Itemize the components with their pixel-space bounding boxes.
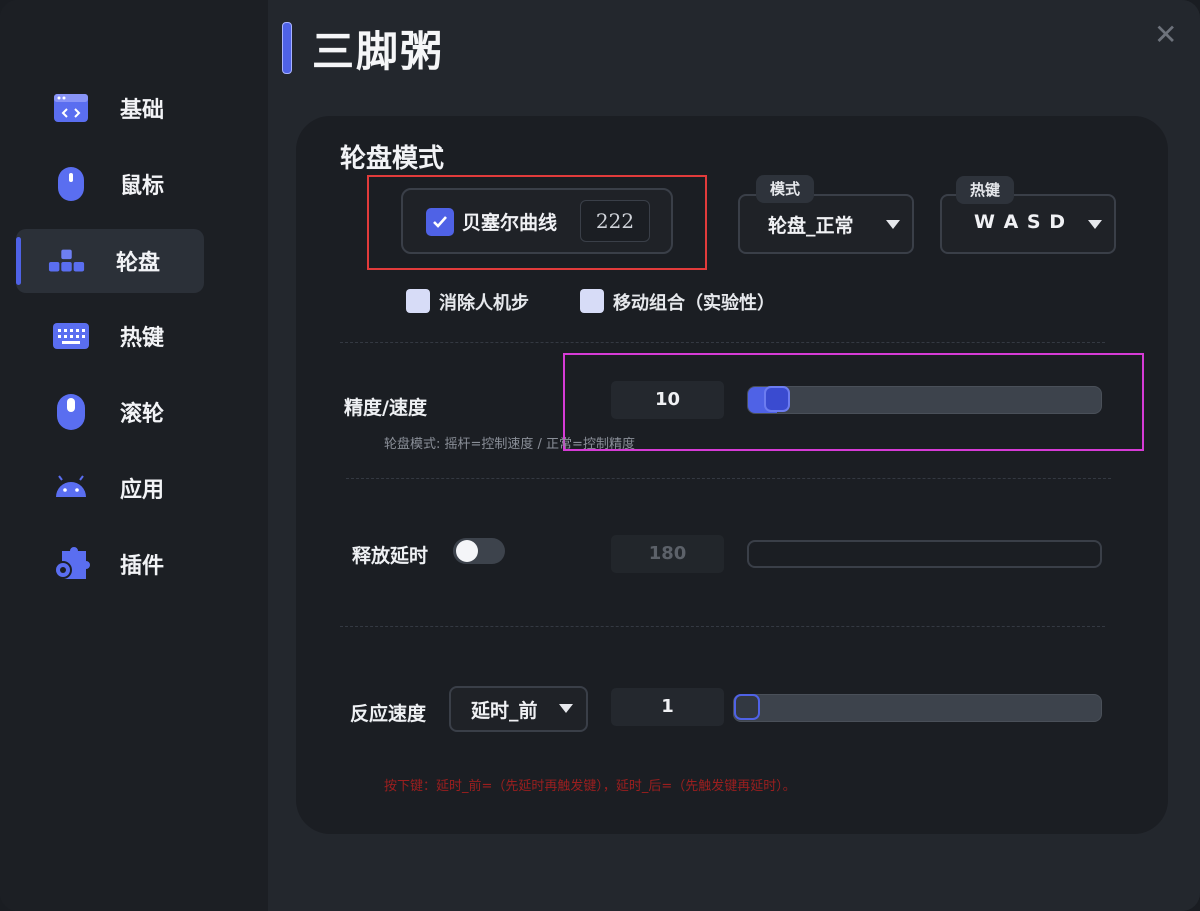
move-combo-checkbox[interactable] — [580, 289, 604, 313]
page-title: 三脚粥 — [312, 27, 445, 76]
bezier-label: 贝塞尔曲线 — [462, 212, 558, 234]
sidebar-item-label: 应用 — [120, 478, 165, 503]
plugin-gear-icon — [52, 545, 90, 583]
remove-human-step-label: 消除人机步 — [439, 293, 529, 314]
hotkey-select-value: W A S D — [974, 211, 1066, 233]
sidebar-item-label: 滚轮 — [120, 402, 165, 427]
sidebar-item-wheel-disk[interactable]: 轮盘 — [16, 229, 204, 293]
mouse-icon — [52, 165, 90, 203]
section-title: 轮盘模式 — [340, 144, 445, 174]
sidebar-item-label: 插件 — [120, 554, 165, 579]
remove-human-step-checkbox[interactable] — [406, 289, 430, 313]
divider — [346, 478, 1111, 479]
title-accent-bar — [282, 22, 292, 74]
chevron-down-icon — [886, 220, 900, 229]
annotation-magenta-box — [563, 353, 1144, 451]
sidebar-item-label: 鼠标 — [120, 174, 165, 199]
hotkey-select-tag: 热键 — [956, 176, 1015, 204]
sidebar-item-basic[interactable]: 基础 — [16, 76, 204, 140]
code-window-icon — [52, 89, 90, 127]
reaction-speed-slider[interactable] — [733, 694, 1102, 722]
close-icon[interactable]: ✕ — [1154, 18, 1177, 51]
app-window: 基础 鼠标 轮盘 热键 滚轮 应用 插件 三脚粥 ✕ 轮盘模式 贝塞尔曲线 22… — [0, 0, 1200, 911]
release-delay-value: 180 — [611, 535, 724, 573]
reaction-speed-label: 反应速度 — [350, 703, 427, 725]
sidebar-item-hotkey[interactable]: 热键 — [16, 304, 204, 368]
bezier-value-input[interactable]: 222 — [580, 200, 650, 242]
release-delay-slider — [747, 540, 1102, 568]
reaction-speed-hint: 按下键：延时_前=（先延时再触发键），延时_后=（先触发键再延时）。 — [384, 779, 796, 794]
chevron-down-icon — [559, 704, 573, 713]
precision-label: 精度/速度 — [344, 397, 427, 419]
precision-hint: 轮盘模式: 摇杆=控制速度 / 正常=控制精度 — [384, 437, 635, 452]
sidebar-item-plugins[interactable]: 插件 — [16, 532, 204, 596]
mode-select-tag: 模式 — [756, 175, 815, 203]
move-combo-label: 移动组合（实验性） — [613, 293, 775, 314]
sidebar-item-scroll[interactable]: 滚轮 — [16, 380, 204, 444]
chevron-down-icon — [1088, 220, 1102, 229]
android-icon — [52, 469, 90, 507]
divider — [340, 626, 1105, 627]
toggle-knob — [456, 540, 478, 562]
mode-select-value: 轮盘_正常 — [768, 215, 854, 237]
keyboard-icon — [52, 317, 90, 355]
release-delay-label: 释放延时 — [352, 545, 429, 567]
sidebar-item-mouse[interactable]: 鼠标 — [16, 152, 204, 216]
bezier-checkbox[interactable] — [426, 208, 454, 236]
sidebar: 基础 鼠标 轮盘 热键 滚轮 应用 插件 — [0, 0, 268, 911]
sidebar-item-label: 轮盘 — [116, 251, 161, 276]
reaction-speed-select-value: 延时_前 — [471, 700, 538, 722]
sidebar-item-apps[interactable]: 应用 — [16, 456, 204, 520]
release-delay-toggle[interactable] — [453, 538, 505, 564]
divider — [340, 342, 1105, 343]
mouse-wheel-icon — [52, 393, 90, 431]
check-icon — [433, 216, 447, 228]
blocks-icon — [48, 242, 86, 280]
reaction-speed-slider-thumb[interactable] — [734, 694, 760, 720]
reaction-speed-value[interactable]: 1 — [611, 688, 724, 726]
sidebar-item-label: 基础 — [120, 98, 165, 123]
sidebar-item-label: 热键 — [120, 326, 165, 351]
